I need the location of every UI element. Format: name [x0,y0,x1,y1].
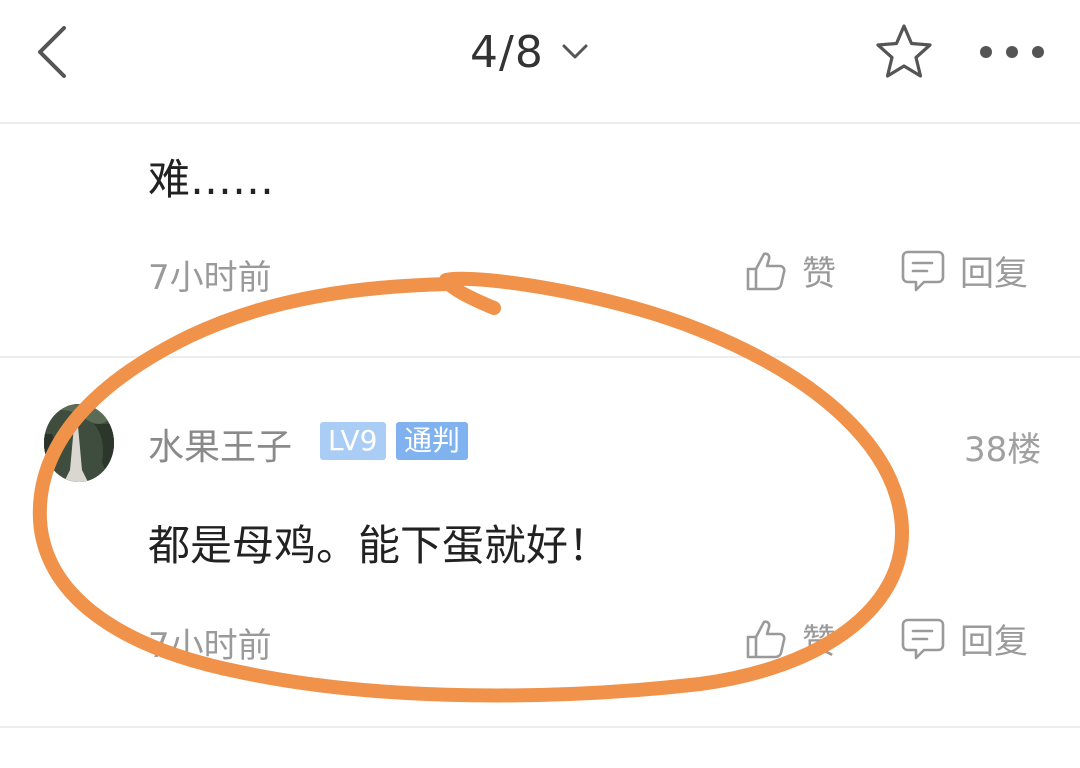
comment-text: 都是母鸡。能下蛋就好！ [148,521,611,570]
avatar[interactable] [44,404,114,482]
divider [0,726,1080,728]
reply-label: 回复 [960,622,1028,662]
divider [0,356,1080,358]
comment-time: 7小时前 [148,258,272,298]
more-options-button[interactable] [976,32,1048,72]
username[interactable]: 水果王子 [148,418,292,470]
avatar-image [44,404,114,482]
favorite-button[interactable] [872,20,936,84]
like-button[interactable]: 赞 [744,614,836,663]
reply-button[interactable]: 回复 [900,246,1028,295]
like-label: 赞 [802,254,836,294]
like-label: 赞 [802,622,836,662]
page-indicator-text: 4/8 [470,26,544,78]
floor-number: 38楼 [964,430,1042,470]
comment-reply-icon [901,618,945,659]
thumbs-up-icon [746,619,786,658]
role-badge: 通判 [396,422,469,460]
more-horizontal-icon [980,46,1044,58]
like-button[interactable]: 赞 [744,246,836,295]
chevron-down-icon [562,44,588,59]
comment-reply-icon [901,250,945,291]
back-button[interactable] [28,22,78,82]
page-indicator-dropdown[interactable]: 4/8 [470,22,590,82]
comment-text: 难…… [148,155,275,204]
chevron-left-icon [38,26,66,78]
comment-time: 7小时前 [148,626,272,666]
star-outline-icon [876,24,932,78]
reply-button[interactable]: 回复 [900,614,1028,663]
reply-label: 回复 [960,254,1028,294]
level-badge: LV9 [320,422,386,460]
top-bar: 4/8 [0,0,1080,124]
thumbs-up-icon [746,251,786,290]
